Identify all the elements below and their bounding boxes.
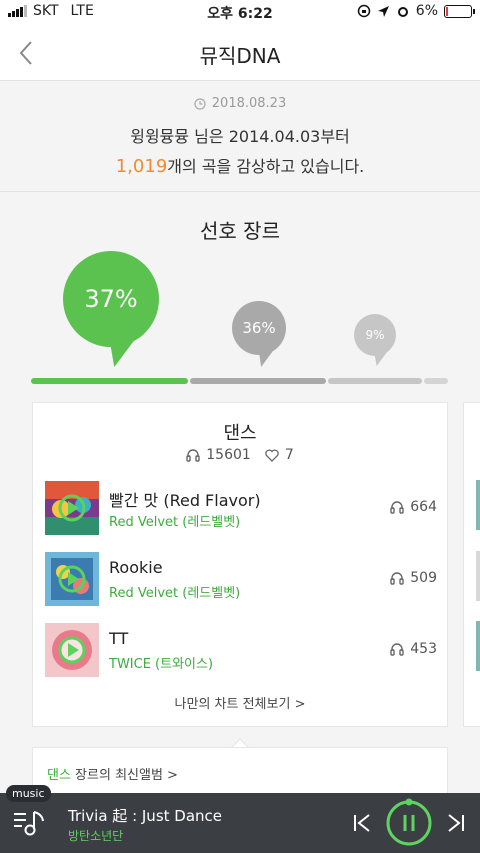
listening-summary: 2018.08.23 윙윙뮹뮹 님은 2014.04.03부터 1,019개의 … <box>0 82 480 192</box>
genre-bar-top <box>31 378 188 384</box>
album-cover-rookie[interactable] <box>45 552 99 606</box>
genre-name: 댄스 <box>223 423 257 444</box>
summary-line-1: 윙윙뮹뮹 님은 2014.04.03부터 <box>130 127 350 146</box>
bubble-tail <box>253 351 273 367</box>
album-cover-tt[interactable] <box>45 623 99 677</box>
next-track-icon[interactable] <box>444 812 466 834</box>
bubble-tail <box>100 341 134 367</box>
genre-stats: 15601 7 <box>33 447 447 463</box>
location-icon <box>377 5 389 17</box>
next-card-cover-strip <box>476 621 480 671</box>
status-right: 6% <box>357 3 475 19</box>
summary-date-text: 2018.08.23 <box>211 96 287 111</box>
summary-date: 2018.08.23 <box>0 96 480 111</box>
now-playing-artist: 방탄소년단 <box>68 829 124 843</box>
latest-albums-text: 댄스 장르의 최신앨범 > <box>47 764 178 783</box>
genre-bubble-second[interactable]: 36% <box>232 301 286 367</box>
song-play-count: 453 <box>410 641 437 657</box>
mini-player[interactable]: music Trivia 起 : Just Dance 방탄소년단 <box>0 785 480 853</box>
genre-bar-other <box>424 378 448 384</box>
song-plays: 509 <box>390 570 437 586</box>
genre-bar-second <box>190 378 326 384</box>
battery-label: 6% <box>415 3 438 19</box>
song-row[interactable]: TT TWICE (트와이스) 453 <box>45 623 437 677</box>
headphones-icon <box>390 572 404 585</box>
song-artist[interactable]: Red Velvet (레드벨벳) <box>109 582 240 601</box>
latest-genre-name: 댄스 <box>47 768 71 783</box>
song-plays: 664 <box>390 499 437 515</box>
genre-bar-third <box>328 378 422 384</box>
bubble-tail <box>369 353 387 366</box>
latest-albums-label: 장르의 최신앨범 > <box>70 768 178 783</box>
alarm-icon <box>397 7 408 17</box>
song-artist[interactable]: Red Velvet (레드벨벳) <box>109 511 240 530</box>
music-badge: music <box>6 785 51 802</box>
song-title: Rookie <box>109 558 163 577</box>
headphones-icon <box>390 501 404 514</box>
genre-heading: 선호 장르 <box>200 219 280 243</box>
status-bar: SKT LTE 오후 6:22 6% <box>0 0 480 24</box>
song-count: 1,019 <box>115 156 168 177</box>
song-artist[interactable]: TWICE (트와이스) <box>109 653 213 672</box>
album-cover-red-flavor[interactable] <box>45 481 99 535</box>
song-row[interactable]: Rookie Red Velvet (레드벨벳) 509 <box>45 552 437 606</box>
genre-bubble-third[interactable]: 9% <box>354 314 396 366</box>
genre-bubble-top[interactable]: 37% <box>63 251 159 367</box>
headphones-icon <box>186 449 200 462</box>
pause-button-icon[interactable] <box>384 798 434 848</box>
genre-bubble-top-label: 37% <box>84 285 138 313</box>
song-plays: 453 <box>390 641 437 657</box>
heart-icon <box>265 448 279 462</box>
genre-bubble-third-label: 9% <box>365 328 385 342</box>
playlist-icon[interactable] <box>12 809 48 839</box>
clock-icon <box>194 97 206 110</box>
rotation-lock-icon <box>357 4 371 18</box>
listen-count: 15601 <box>206 447 251 463</box>
page-title: 뮤직DNA <box>199 44 281 68</box>
previous-track-icon[interactable] <box>352 812 374 834</box>
preferred-genre-section: 선호 장르 37% 36% 9% 댄스 15601 7 빨간 맛 (Red Fl… <box>0 193 480 807</box>
nav-bar: 뮤직DNA <box>0 24 480 81</box>
genre-bubble-second-label: 36% <box>242 319 276 337</box>
genre-card[interactable]: 댄스 15601 7 빨간 맛 (Red Flavor) Red Velvet … <box>32 402 448 727</box>
battery-icon <box>444 4 475 18</box>
song-title: 빨간 맛 (Red Flavor) <box>109 491 261 510</box>
song-row[interactable]: 빨간 맛 (Red Flavor) Red Velvet (레드벨벳) 664 <box>45 481 437 535</box>
next-card-cover-strip <box>476 480 480 530</box>
like-count: 7 <box>284 447 294 463</box>
song-play-count: 664 <box>410 499 437 515</box>
summary-line-2: 1,019개의 곡을 감상하고 있습니다. <box>0 153 480 177</box>
now-playing-title: Trivia 起 : Just Dance <box>68 807 223 825</box>
song-play-count: 509 <box>410 570 437 586</box>
headphones-icon <box>390 643 404 656</box>
view-full-chart-link[interactable]: 나만의 차트 전체보기 > <box>33 693 447 712</box>
song-title: TT <box>109 629 129 648</box>
next-card-cover-strip <box>476 551 480 601</box>
summary-line-2-text: 개의 곡을 감상하고 있습니다. <box>167 157 365 176</box>
